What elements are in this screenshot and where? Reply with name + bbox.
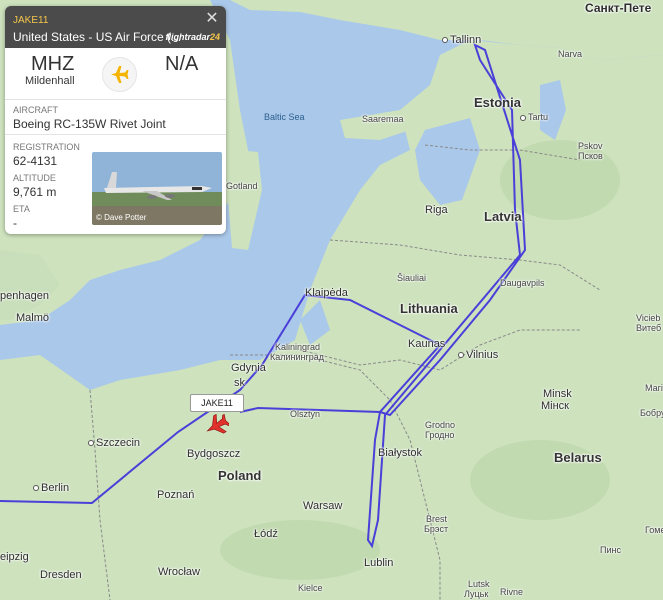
place-olsztyn: Olsztyn: [290, 409, 321, 419]
place-lithuania: Lithuania: [400, 301, 458, 316]
place-minsk: Minsk: [543, 388, 572, 400]
place-gdynia: Gdynia: [231, 362, 266, 374]
place-kaunas: Kaunas: [408, 338, 446, 350]
place-pskov: Pskov: [578, 141, 603, 151]
flightradar24-logo: flightradar24: [165, 32, 220, 42]
place-dresden: Dresden: [40, 569, 82, 581]
place-lodz: Łódź: [254, 528, 278, 540]
place-siauliai: Šiauliai: [397, 273, 427, 283]
airplane-icon: [102, 57, 137, 92]
place-malmo: Malmö: [16, 312, 50, 324]
aircraft-photo[interactable]: © Dave Potter: [92, 152, 222, 225]
map-flight-label[interactable]: JAKE11: [190, 394, 244, 412]
place-berlin: Berlin: [33, 482, 69, 494]
flight-info-card[interactable]: JAKE11 United States - US Air Force (...…: [5, 6, 226, 234]
aircraft-marker-icon[interactable]: [203, 413, 231, 438]
place-belarus: Belarus: [554, 450, 602, 465]
place-sankt-peterburg: Санкт-Пете: [585, 1, 652, 15]
photo-credit: © Dave Potter: [96, 213, 147, 222]
place-pskov-ru: Псков: [578, 151, 603, 161]
place-bobruisk: Бобру: [640, 408, 663, 418]
place-lutsk-ua: Луцьк: [464, 589, 489, 599]
place-warsaw: Warsaw: [303, 500, 343, 512]
place-kaliningrad: Kaliningrad: [275, 342, 321, 352]
callsign: JAKE11: [13, 15, 49, 26]
place-lutsk: Lutsk: [468, 579, 490, 589]
place-vitebsk-ru: Витеб: [636, 323, 662, 333]
place-szczecin: Szczecin: [88, 437, 140, 449]
place-baltic-sea: Baltic Sea: [264, 112, 305, 122]
route-section: MHZ Mildenhall N/A: [5, 48, 226, 100]
origin-name: Mildenhall: [25, 75, 75, 87]
place-lublin: Lublin: [364, 557, 394, 569]
place-saaremaa: Saaremaa: [362, 114, 404, 124]
place-grodno: Grodno: [425, 420, 456, 430]
place-leipzig: eipzig: [0, 551, 29, 563]
place-rivne: Rivne: [500, 587, 524, 597]
destination-code: N/A: [165, 53, 199, 75]
card-header: JAKE11 United States - US Air Force (...…: [5, 6, 226, 48]
eta-value: -: [13, 216, 17, 230]
place-kielce: Kielce: [298, 583, 323, 593]
place-klaipeda: Klaipėda: [305, 287, 348, 299]
aircraft-value: Boeing RC-135W Rivet Joint: [13, 117, 166, 131]
close-icon[interactable]: ✕: [204, 11, 220, 27]
place-latvia: Latvia: [484, 209, 522, 224]
aircraft-label: AIRCRAFT: [13, 105, 58, 115]
place-copenhagen: penhagen: [0, 290, 49, 302]
place-tartu: Tartu: [520, 112, 548, 122]
origin-code: MHZ: [31, 53, 75, 75]
altitude-label: ALTITUDE: [13, 173, 56, 183]
place-vilnius: Vilnius: [458, 349, 498, 361]
place-minsk-ru: Мінск: [541, 400, 569, 412]
registration-value: 62-4131: [13, 154, 58, 168]
place-gotland: Gotland: [226, 181, 258, 191]
place-narva: Narva: [558, 49, 583, 59]
place-tallinn: Tallinn: [442, 34, 481, 46]
divider: [5, 134, 226, 135]
registration-label: REGISTRATION: [13, 142, 80, 152]
place-brest-ru: Брэст: [424, 524, 449, 534]
altitude-value: 9,761 m: [13, 185, 57, 199]
place-wroclaw: Wrocław: [158, 566, 200, 578]
place-poland: Poland: [218, 468, 262, 483]
place-vitebsk: Vicieb: [636, 313, 661, 323]
place-poznan: Poznań: [157, 489, 195, 501]
place-bydgoszcz: Bydgoszcz: [187, 448, 241, 460]
place-gdansk: sk: [234, 377, 245, 389]
place-riga: Riga: [425, 204, 448, 216]
place-brest: Brest: [426, 514, 448, 524]
place-kaliningrad-ru: Калининград: [270, 352, 325, 362]
place-pinsk: Пинс: [600, 545, 621, 555]
operator-name: United States - US Air Force (...: [13, 30, 182, 44]
place-daugavpils: Daugavpils: [500, 278, 545, 288]
place-gomel: Гомел: [645, 525, 663, 535]
eta-label: ETA: [13, 204, 30, 214]
place-mogilev: Магіл: [645, 383, 663, 393]
place-grodno-ru: Гродно: [425, 430, 455, 440]
place-bialystok: Białystok: [378, 447, 423, 459]
place-estonia: Estonia: [474, 95, 521, 110]
